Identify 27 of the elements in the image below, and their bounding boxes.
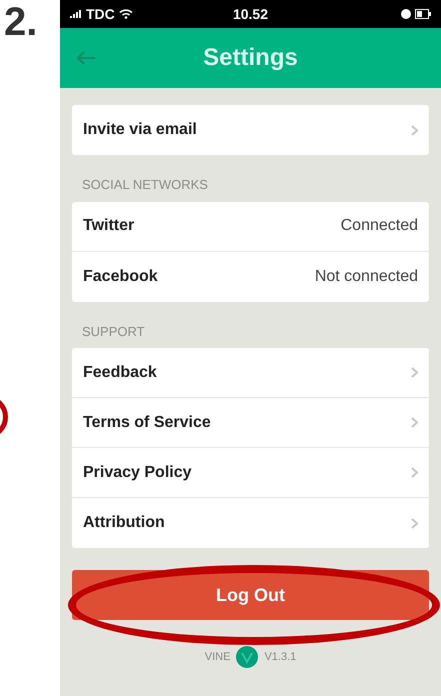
chevron-right-icon[interactable]: [411, 367, 418, 378]
logo-icon: [236, 646, 258, 668]
setting-label: Attribution: [83, 513, 165, 533]
version-text: V1.3.1: [264, 650, 296, 665]
brand-text: VINE: [204, 650, 230, 665]
chevron-right-icon[interactable]: [411, 518, 418, 528]
step-label: 2.: [4, 2, 38, 42]
battery-icon: [414, 9, 431, 19]
signal-icon: [70, 10, 82, 18]
connection-status: Connected: [340, 216, 418, 236]
chevron-right-icon[interactable]: [411, 467, 418, 478]
connection-status: Not connected: [314, 266, 418, 286]
setting-label: Facebook: [83, 266, 158, 286]
wifi-icon: [118, 9, 133, 19]
header-title: Settings: [203, 43, 298, 73]
setting-label: Invite via email: [83, 120, 197, 140]
section-heading: SUPPORT: [81, 322, 146, 340]
section-heading: SOCIAL NETWORKS: [81, 176, 209, 194]
setting-label: Feedback: [83, 362, 157, 382]
setting-label: Terms of Service: [83, 412, 211, 432]
carrier-name: TDC: [86, 4, 115, 24]
setting-label: Twitter: [83, 216, 134, 236]
back-arrow-icon[interactable]: [76, 50, 96, 66]
status-time: 10.52: [232, 4, 268, 24]
chevron-right-icon[interactable]: [411, 417, 418, 428]
chevron-right-icon[interactable]: [411, 124, 418, 136]
setting-label: Privacy Policy: [83, 462, 192, 482]
